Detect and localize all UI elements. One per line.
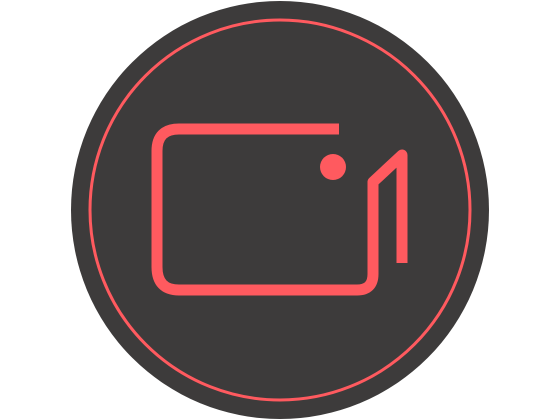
badge-disc bbox=[71, 1, 489, 419]
video-camera-app-icon[interactable] bbox=[0, 0, 560, 420]
icon-svg bbox=[71, 1, 489, 419]
app-icon-stage bbox=[0, 0, 560, 420]
camera-lens-dot bbox=[320, 154, 346, 180]
